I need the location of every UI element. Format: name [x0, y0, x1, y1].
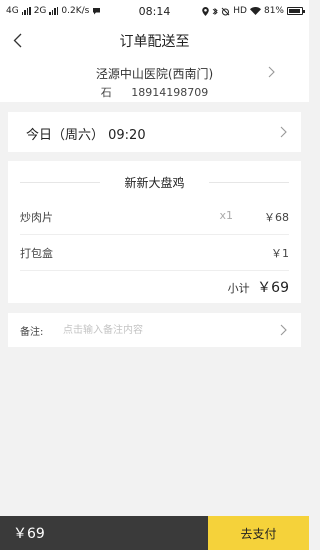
delivery-time-row[interactable]: 今日（周六） 09:20: [8, 112, 301, 152]
network-4g-label: 4G: [6, 6, 19, 16]
contact-name: 石: [100, 86, 112, 99]
subtotal-value: ￥69: [257, 280, 289, 296]
order-item: 炒肉片 x1 ￥68: [20, 199, 289, 235]
item-name: 炒肉片: [20, 211, 53, 224]
message-icon: [93, 8, 101, 15]
battery-icon: [287, 7, 305, 15]
bluetooth-icon: [212, 7, 218, 15]
total-amount: ￥69: [13, 526, 45, 542]
chevron-right-icon: [280, 324, 287, 336]
subtotal-label: 小计: [227, 282, 250, 295]
divider-right: [209, 182, 289, 183]
item-price: ￥1: [271, 247, 289, 260]
chevron-right-icon: [268, 66, 275, 78]
network-2g-label: 2G: [33, 6, 47, 16]
delivery-address: 泾源中山医院(西南门): [95, 67, 214, 81]
checkout-bar: ￥69 去支付: [0, 516, 309, 550]
subtotal: 小计 ￥69: [228, 277, 289, 297]
alarm-off-icon: [221, 7, 230, 15]
page-title: 订单配送至: [119, 34, 190, 50]
pay-button[interactable]: 去支付: [208, 516, 309, 550]
wifi-icon: [249, 7, 261, 15]
note-label: 备注:: [20, 327, 44, 338]
location-icon: [202, 6, 210, 16]
order-item: 打包盒 ￥1: [20, 235, 289, 271]
signal-icon: [21, 7, 31, 15]
order-details-card: 新新大盘鸡 炒肉片 x1 ￥68 打包盒 ￥1 小计 ￥69: [8, 161, 301, 303]
total-amount-box: ￥69: [0, 516, 208, 550]
item-name: 打包盒: [20, 247, 53, 260]
item-price: ￥68: [264, 211, 289, 224]
contact-row: 石 18914198709: [0, 84, 309, 100]
header: 订单配送至 泾源中山医院(西南门) 石 18914198709: [0, 22, 309, 102]
battery-percent: 81%: [263, 6, 284, 16]
hd-label: HD: [233, 6, 247, 16]
note-input[interactable]: [63, 320, 263, 340]
signal-icon-2: [49, 7, 59, 15]
contact-phone: 18914198709: [131, 86, 209, 99]
status-bar: 4G 2G 0.2K/s 08:14 HD 81%: [0, 0, 309, 22]
chevron-right-icon: [280, 126, 287, 138]
status-left: 4G 2G 0.2K/s: [6, 6, 101, 16]
status-right: HD 81%: [202, 6, 305, 16]
note-row[interactable]: 备注:: [8, 313, 301, 347]
network-speed: 0.2K/s: [61, 6, 90, 16]
shop-header: 新新大盘鸡: [8, 172, 301, 192]
delivery-time: 今日（周六） 09:20: [26, 128, 146, 143]
item-qty: x1: [219, 209, 233, 222]
